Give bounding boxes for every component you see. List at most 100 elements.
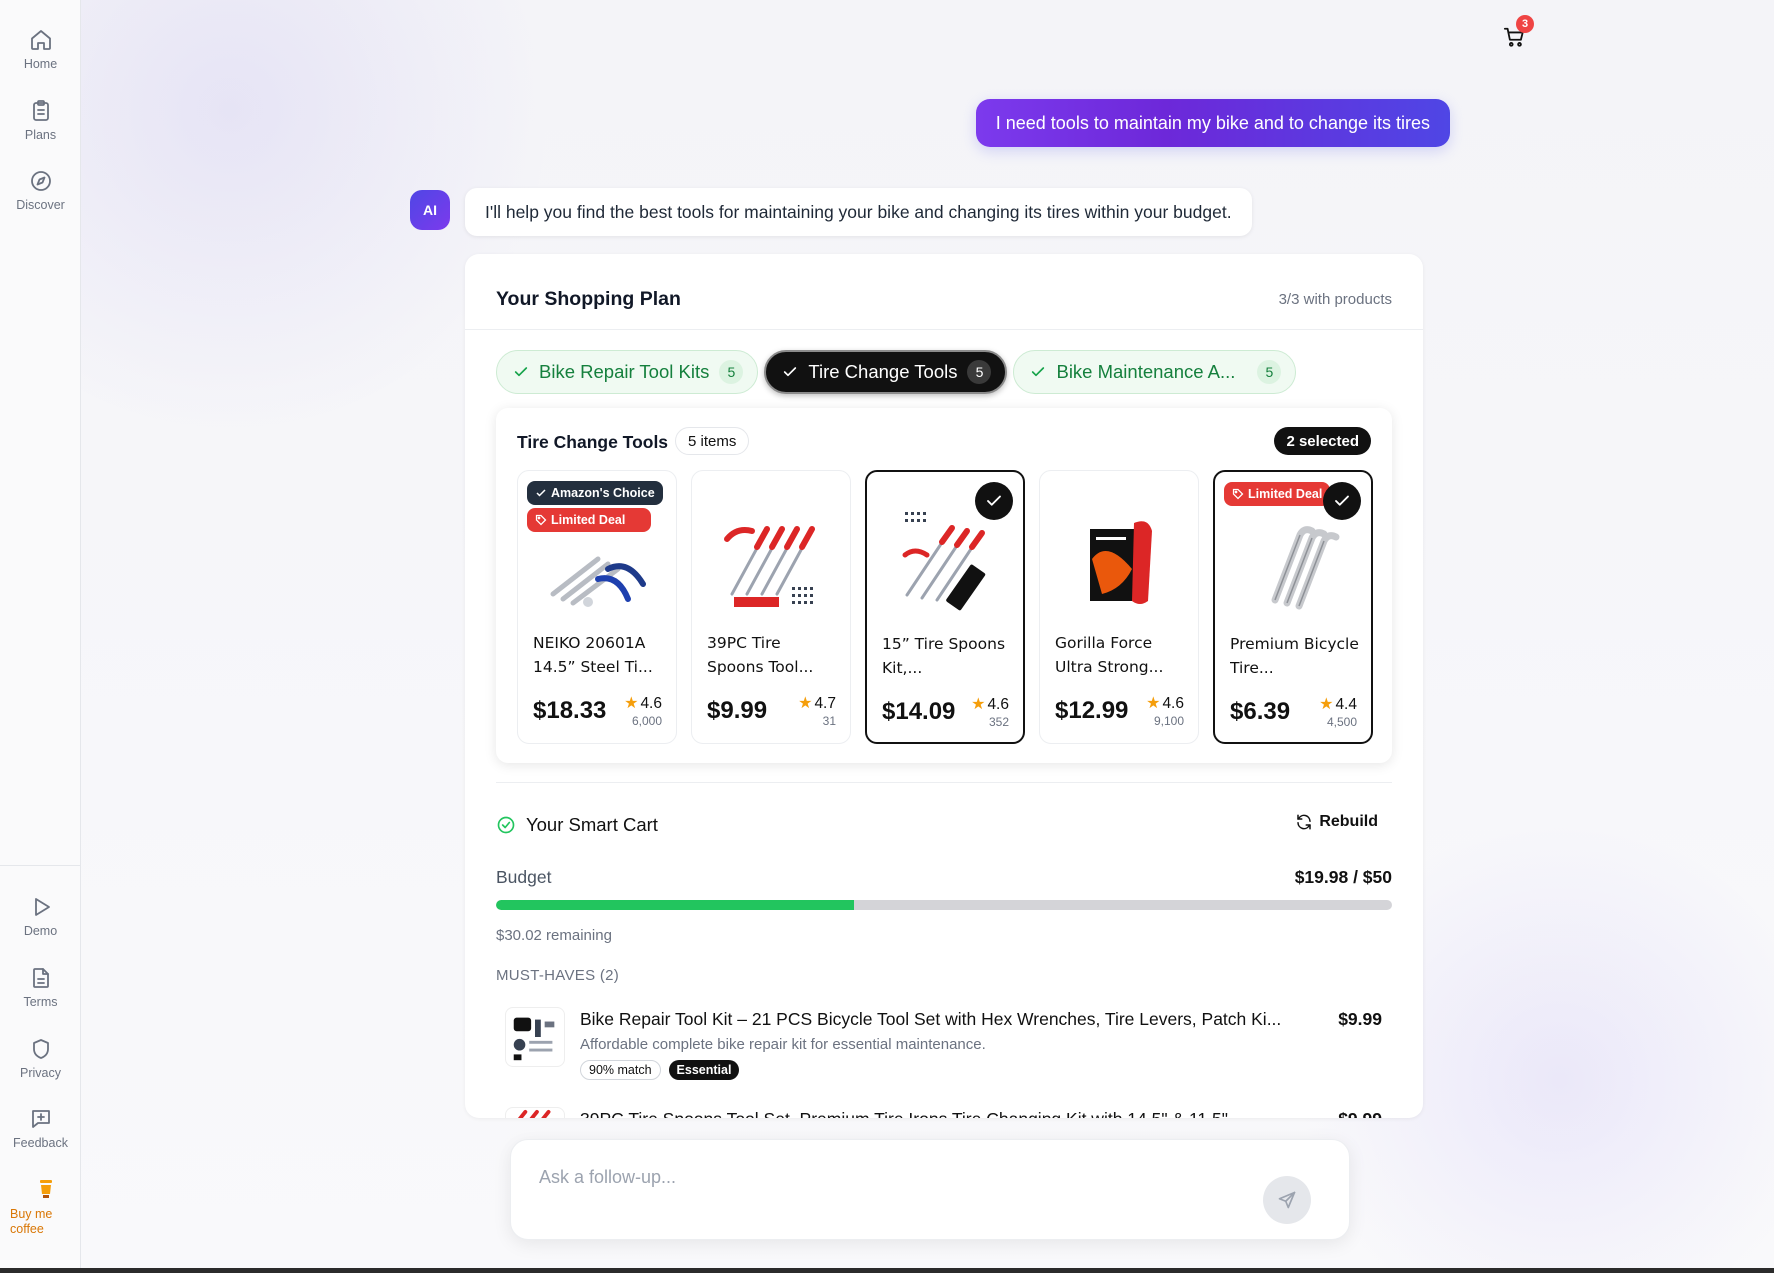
tab-count: 5 [1257, 360, 1282, 384]
window-bottom-edge [0, 1268, 1774, 1273]
budget-progress-bar [496, 900, 1392, 910]
cart-item[interactable]: Bike Repair Tool Kit – 21 PCS Bicycle To… [496, 1001, 1392, 1093]
tag-icon [535, 514, 547, 526]
tab-count: 5 [719, 360, 744, 384]
sidebar-label-demo: Demo [23, 924, 58, 938]
product-image [1090, 521, 1152, 604]
budget-progress-fill [496, 900, 855, 910]
plan-progress-meta: 3/3 with products [1278, 291, 1392, 308]
rating-value: 4.6 [1162, 695, 1184, 712]
product-rating: ★ 4.4 4,500 [1319, 694, 1357, 729]
plan-header: Your Shopping Plan 3/3 with products [465, 254, 1423, 330]
send-button[interactable] [1263, 1176, 1311, 1224]
sidebar-label-privacy: Privacy [20, 1066, 61, 1080]
star-icon: ★ [1146, 695, 1161, 712]
product-name: Gorilla Force Ultra Strong... [1055, 634, 1164, 676]
sidebar-item-terms[interactable]: Terms [0, 966, 81, 1009]
review-count: 9,100 [1153, 714, 1184, 728]
star-icon: ★ [1319, 696, 1334, 713]
shopping-plan-card: Your Shopping Plan 3/3 with products Bik… [465, 254, 1423, 1118]
sidebar-label-discover: Discover [16, 198, 65, 212]
product-card-selected[interactable]: Limited Deal Premium Bicycle Tire... $6.… [1213, 470, 1373, 744]
sidebar-divider [0, 865, 81, 866]
product-price: $14.09 [882, 698, 956, 725]
sidebar-item-discover[interactable]: Discover [0, 169, 81, 212]
limited-deal-badge: Limited Deal [527, 508, 651, 532]
cart-item-description: Affordable complete bike repair kit for … [580, 1036, 986, 1053]
rebuild-label: Rebuild [1319, 813, 1378, 830]
category-tabs: Bike Repair Tool Kits 5 Tire Change Tool… [496, 350, 1297, 394]
sidebar-label-plans: Plans [24, 128, 57, 142]
product-price: $12.99 [1055, 697, 1129, 724]
cart-item-price: $9.99 [1338, 1109, 1382, 1118]
review-count: 4,500 [1326, 715, 1357, 729]
essential-tag: Essential [668, 1060, 740, 1080]
product-name: 39PC Tire Spoons Tool... [707, 634, 814, 676]
refresh-icon [1297, 814, 1312, 830]
product-card[interactable]: Amazon's Choice Limited Deal NEIKO 20601… [517, 470, 677, 744]
tab-label: Tire Change Tools [808, 361, 958, 382]
sidebar-item-demo[interactable]: Demo [0, 895, 81, 938]
selected-check-icon[interactable] [1323, 482, 1361, 520]
check-icon [536, 489, 546, 497]
cart-item-image [505, 1007, 565, 1067]
product-price: $18.33 [533, 697, 607, 724]
sidebar-item-plans[interactable]: Plans [0, 99, 81, 142]
cart-item-title: Bike Repair Tool Kit – 21 PCS Bicycle To… [580, 1009, 1282, 1029]
sidebar-item-privacy[interactable]: Privacy [0, 1037, 81, 1080]
badge-label: Limited Deal [1248, 487, 1323, 501]
product-rating: ★ 4.7 31 [798, 693, 836, 728]
plan-title: Your Shopping Plan [496, 288, 681, 310]
products-panel: Tire Change Tools 5 items 2 selected Ama… [496, 408, 1392, 763]
coffee-cup-icon [40, 1180, 52, 1198]
selected-check-icon[interactable] [975, 482, 1013, 520]
product-price: $9.99 [707, 697, 768, 724]
check-icon [1032, 367, 1045, 377]
cart-button[interactable]: 3 [1503, 15, 1534, 52]
product-rating: ★ 4.6 9,100 [1146, 693, 1184, 728]
sidebar-item-home[interactable]: Home [0, 28, 81, 71]
buy-me-coffee-link[interactable]: Buy me coffee [0, 1178, 81, 1237]
product-card-selected[interactable]: 15” Tire Spoons Kit,... $14.09 ★ 4.6 352 [865, 470, 1025, 744]
smart-cart-label: Your Smart Cart [526, 814, 658, 835]
product-card[interactable]: Gorilla Force Ultra Strong... $12.99 ★ 4.… [1039, 470, 1199, 744]
product-image [724, 526, 815, 607]
product-card[interactable]: 39PC Tire Spoons Tool... $9.99 ★ 4.7 31 [691, 470, 851, 744]
rebuild-button[interactable]: Rebuild [1295, 813, 1378, 831]
tab-tire-change-tools[interactable]: Tire Change Tools 5 [764, 350, 1008, 394]
product-rating: ★ 4.6 6,000 [624, 693, 662, 728]
tab-bike-maintenance[interactable]: Bike Maintenance A... 5 [1013, 350, 1297, 394]
cart-item-title: 39PC Tire Spoons Tool Set, Premium Tire … [580, 1109, 1320, 1118]
review-count: 6,000 [631, 714, 662, 728]
smart-cart-title: Your Smart Cart [496, 814, 658, 836]
follow-up-input[interactable] [539, 1162, 1239, 1192]
product-name: NEIKO 20601A 14.5” Steel Ti... [533, 634, 653, 676]
ai-avatar: AI [410, 190, 450, 230]
limited-deal-badge: Limited Deal [1224, 482, 1331, 506]
tag-icon [1232, 488, 1244, 500]
rating-value: 4.7 [814, 695, 836, 712]
product-rating: ★ 4.6 352 [971, 694, 1009, 729]
ai-message: I'll help you find the best tools for ma… [465, 188, 1252, 236]
sidebar-label-home: Home [23, 57, 58, 71]
star-icon: ★ [798, 695, 813, 712]
cart-item[interactable]: 39PC Tire Spoons Tool Set, Premium Tire … [496, 1101, 1392, 1118]
panel-title: Tire Change Tools [517, 432, 669, 452]
coffee-label-line2: coffee [10, 1222, 44, 1236]
badge-label: Amazon's Choice [551, 486, 655, 500]
product-name: Premium Bicycle Tire... [1230, 635, 1359, 677]
clipboard-icon [32, 100, 49, 121]
sidebar-label-terms: Terms [23, 995, 58, 1009]
rating-value: 4.6 [640, 695, 662, 712]
star-icon: ★ [971, 696, 986, 713]
home-icon [30, 30, 51, 50]
tab-count: 5 [967, 360, 992, 384]
tab-bike-repair-tool-kits[interactable]: Bike Repair Tool Kits 5 [496, 350, 759, 394]
sidebar-item-feedback[interactable]: Feedback [0, 1107, 81, 1150]
play-icon [34, 898, 50, 916]
send-icon [1278, 1191, 1296, 1209]
star-icon: ★ [624, 695, 639, 712]
follow-up-input-box [510, 1139, 1350, 1240]
budget-remaining: $30.02 remaining [496, 927, 612, 944]
review-count: 31 [822, 714, 836, 728]
